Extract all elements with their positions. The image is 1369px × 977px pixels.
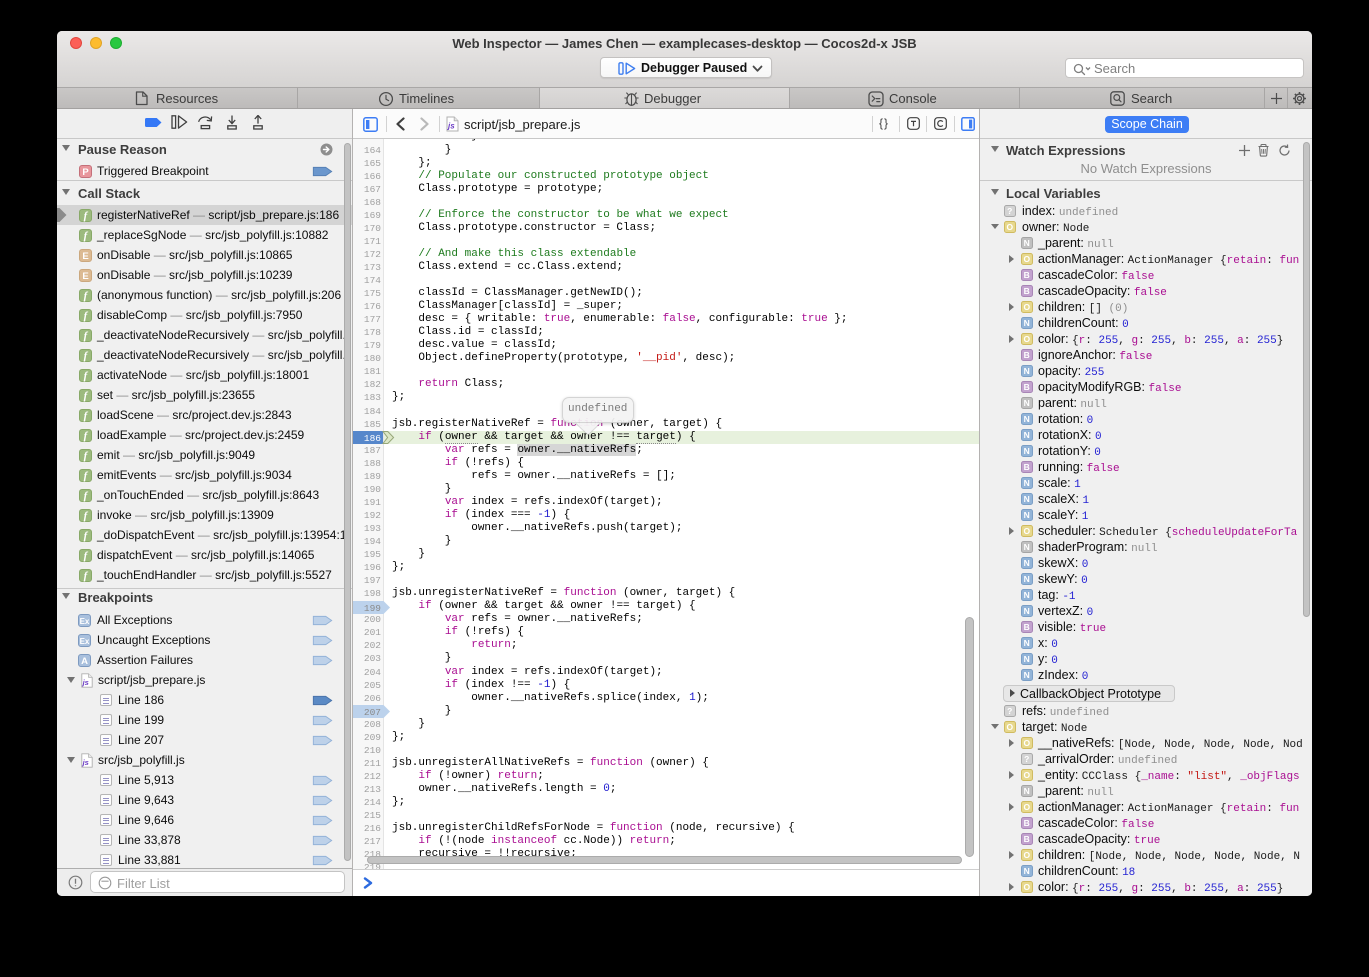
svg-text:186: 186 [364, 433, 381, 444]
svg-text:js: js [82, 678, 89, 687]
svg-text:199: 199 [364, 603, 381, 614]
svg-text:js: js [82, 758, 89, 767]
svg-text:207: 207 [364, 707, 381, 718]
svg-text:js: js [447, 122, 455, 131]
